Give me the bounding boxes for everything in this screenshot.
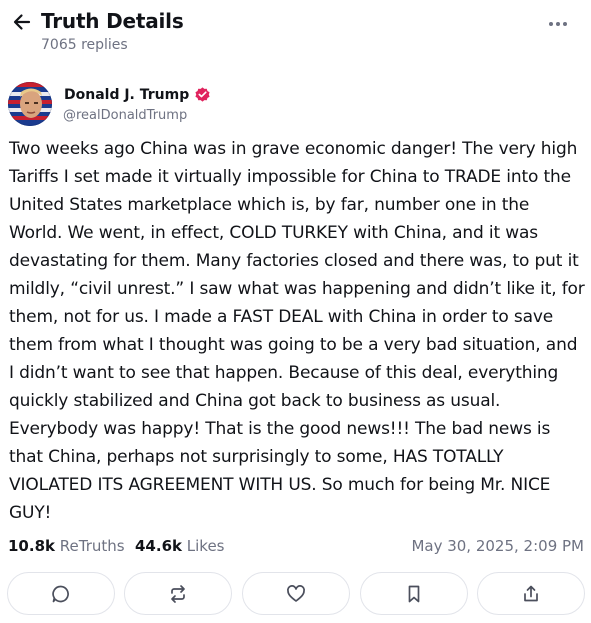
post-body: Two weeks ago China was in grave economi… [9,139,585,523]
likes-count: 44.6k [135,537,182,555]
likes-stat[interactable]: 44.6k Likes [135,537,225,555]
arrow-left-icon [13,14,31,30]
likes-label: Likes [186,537,225,555]
more-options-button[interactable] [547,14,569,34]
verified-badge-icon [194,86,211,103]
share-button[interactable] [477,572,585,615]
reply-count: 7065 replies [41,37,128,53]
retruths-stat[interactable]: 10.8k ReTruths [8,537,125,555]
post-timestamp: May 30, 2025, 2:09 PM [411,537,584,555]
author-name[interactable]: Donald J. Trump [64,86,211,103]
retruths-label: ReTruths [59,537,125,555]
avatar[interactable] [8,82,52,126]
repost-icon [171,584,185,603]
heart-icon [287,584,305,602]
author-name-text: Donald J. Trump [64,86,190,103]
share-icon [524,585,538,601]
comment-icon [52,585,69,602]
more-horizontal-icon [549,22,567,26]
bookmark-button[interactable] [360,572,468,615]
bookmark-icon [408,585,420,602]
action-bar [7,572,585,616]
page-title: Truth Details [41,9,184,33]
post-author: Donald J. Trump @realDonaldTrump [8,82,578,128]
reply-button[interactable] [7,572,115,615]
retruth-button[interactable] [124,572,232,615]
retruths-count: 10.8k [8,537,55,555]
top-bar: Truth Details 7065 replies [0,0,591,70]
author-handle[interactable]: @realDonaldTrump [63,108,187,123]
post-stats: 10.8k ReTruths 44.6k Likes May 30, 2025,… [8,535,584,559]
like-button[interactable] [242,572,350,615]
back-button[interactable] [10,10,34,34]
